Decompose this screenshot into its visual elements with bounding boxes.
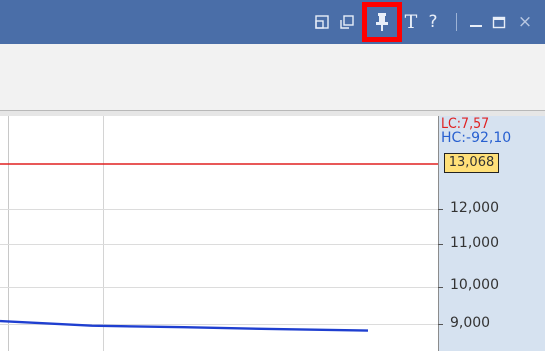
y-tick-label-11000: 11,000 [450,235,499,251]
titlebar-separator [456,13,457,31]
help-icon[interactable]: ? [424,9,442,35]
current-value-tag: 13,068 [444,153,499,173]
minimize-icon[interactable] [466,9,486,35]
window-copy-icon[interactable] [336,9,358,35]
pin-icon-highlight [362,2,402,42]
close-icon[interactable]: × [514,9,536,35]
hc-label: HC:-92,10 [441,130,512,146]
lc-label: LC:7,57 [441,116,490,132]
y-tick-label-10000: 10,000 [450,277,499,293]
chart-window: T ? × LC:7,57 HC:-92,10 13,068 12,000 11… [0,0,545,351]
toolbar-area [0,44,545,111]
price-series-line [0,319,369,332]
maximize-icon[interactable] [489,9,509,35]
y-tick-label-9000: 9,000 [450,315,491,331]
price-chart[interactable]: LC:7,57 HC:-92,10 13,068 12,000 11,000 1… [0,116,545,351]
text-icon[interactable]: T [402,9,420,35]
y-tick-label-12000: 12,000 [450,200,499,216]
title-bar: T ? × [0,0,545,44]
window-restore-icon[interactable] [311,9,333,35]
